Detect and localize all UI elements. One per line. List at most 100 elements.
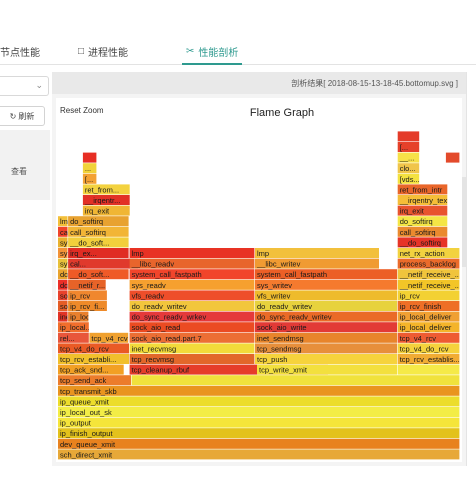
flame-frame-rect[interactable] <box>58 449 460 460</box>
flame-frame[interactable]: ip_rcv_finish <box>397 301 460 311</box>
target-select[interactable]: ⌄ <box>0 76 49 96</box>
flame-frame[interactable]: vfs_writev <box>255 290 398 301</box>
flame-frame[interactable]: [... <box>397 142 420 152</box>
flame-frame[interactable]: do_sync_readv_wrkev <box>129 311 255 322</box>
flame-frame[interactable]: tcp_rcv_establis... <box>397 354 460 364</box>
flame-frame[interactable]: net_rx_action <box>397 248 460 258</box>
flame-frame[interactable]: system_call_fastpath <box>129 269 255 280</box>
flame-frame[interactable]: __netif_receive_... <box>397 279 461 290</box>
flame-frame-rect[interactable] <box>397 131 420 142</box>
flame-frame[interactable]: inet_sendmsg <box>255 332 398 343</box>
reset-zoom-button[interactable]: Reset Zoom <box>60 106 104 115</box>
flame-frame[interactable]: sock_aio_read <box>129 322 255 333</box>
flame-frame[interactable]: tcp_rcv_establi... <box>58 354 129 364</box>
flame-frame[interactable]: ip_local_out_sk <box>58 407 460 417</box>
flame-frame[interactable]: tcp_v4_rcv <box>89 332 129 343</box>
flame-frame[interactable]: cal... <box>68 258 138 269</box>
view-link[interactable]: 查看 <box>11 166 27 177</box>
flame-frame[interactable]: do_sync_readv_writev <box>255 311 398 322</box>
flame-frame[interactable]: tcp_sendmsg <box>255 343 398 354</box>
flame-frame[interactable]: ret_from_intr <box>397 184 448 195</box>
flame-frame[interactable]: __libc_writev <box>255 258 379 269</box>
tab-node-performance[interactable]: 节点性能 <box>0 40 40 62</box>
flame-frame[interactable]: __... <box>397 152 420 163</box>
flame-frame[interactable]: __irqentr... <box>82 195 130 205</box>
flame-frame[interactable]: ip_local_deliver <box>397 322 460 333</box>
flame-frame-rect[interactable] <box>397 364 460 375</box>
flame-frame[interactable]: ip_local_deliver <box>397 311 460 322</box>
flame-frame[interactable]: __libc_readv <box>129 258 255 269</box>
flame-frame[interactable]: rel... <box>58 332 89 343</box>
flame-frame[interactable]: ip_queue_xmit <box>58 396 460 407</box>
flame-frame[interactable]: __irqentry_text_... <box>397 195 460 205</box>
flame-frame[interactable]: tcp_ack_snd... <box>58 364 124 375</box>
flame-frame[interactable]: tcp_send_ack <box>58 375 131 386</box>
flame-frame[interactable]: ip_local... <box>58 322 92 333</box>
flame-frame-rect[interactable] <box>82 152 97 163</box>
flame-frame-rect[interactable] <box>131 375 460 386</box>
flame-frame[interactable]: tcp_v4_do_rcv <box>58 343 129 354</box>
flame-frame[interactable]: ip_output <box>58 417 460 428</box>
flame-frame[interactable]: sock_aio_read.part.7 <box>129 332 255 343</box>
tab-process-performance[interactable]: □ 进程性能 <box>78 40 128 62</box>
flame-frame[interactable]: vfs_readv <box>129 290 255 301</box>
flame-frame[interactable]: sys_writev <box>255 279 398 290</box>
flame-frame[interactable] <box>445 152 460 163</box>
flame-frame[interactable]: tcp_write_xmit <box>257 364 398 375</box>
flame-frame-rect[interactable] <box>129 248 255 258</box>
flame-frame[interactable]: __do_softirq <box>397 237 448 248</box>
flame-frame[interactable]: __do_soft... <box>68 237 129 248</box>
flame-frame-rect[interactable] <box>58 438 460 449</box>
flame-frame[interactable]: [vds... <box>397 173 420 184</box>
flame-frame-rect[interactable] <box>58 407 460 417</box>
flame-frame[interactable]: do_readv_writev <box>129 301 255 311</box>
flame-frame[interactable]: ip_rcv <box>397 290 460 301</box>
flame-frame[interactable]: do_softirq <box>397 216 448 227</box>
flame-frame[interactable]: __netif_receive_... <box>397 269 461 280</box>
flame-frame[interactable]: lmp <box>255 248 379 258</box>
flame-frame-rect[interactable] <box>445 152 460 163</box>
flame-frame[interactable]: tcp_transmit_skb <box>58 385 460 396</box>
flame-frame[interactable]: do_readv_writev <box>255 301 398 311</box>
flame-frame[interactable]: ret_from... <box>82 184 130 195</box>
flame-frame[interactable] <box>397 364 460 375</box>
flame-frame[interactable]: tcp_v4_do_rcv <box>397 343 460 354</box>
flame-frame[interactable]: dev_queue_xmit <box>58 438 460 449</box>
flame-frame[interactable]: __netif_r... <box>68 279 106 290</box>
flame-frame[interactable]: irq_exit <box>82 205 130 216</box>
flame-frame[interactable]: process_backlog <box>397 258 460 269</box>
flame-frame[interactable]: ip_finish_output <box>58 428 460 439</box>
flame-frame-rect[interactable] <box>255 248 379 258</box>
flame-frame[interactable]: clo... <box>397 163 420 174</box>
flame-frame[interactable] <box>131 375 460 386</box>
flame-frame-label: do_softirq <box>70 217 103 226</box>
refresh-button[interactable]: ↻ 刷新 <box>0 106 45 126</box>
flame-frame[interactable]: sock_aio_write <box>255 322 398 333</box>
flame-frame[interactable]: sys_readv <box>129 279 255 290</box>
flame-frame[interactable] <box>82 152 97 163</box>
flame-frame[interactable]: __do_soft... <box>68 269 129 280</box>
flame-frame[interactable]: tcp_push <box>255 354 398 364</box>
flame-frame[interactable]: system_call_fastpath <box>255 269 398 280</box>
flame-frame[interactable]: tcp_recvmsg <box>129 354 255 364</box>
flame-frame-rect[interactable] <box>58 396 460 407</box>
flame-frame[interactable]: call_softirq <box>397 226 448 237</box>
flame-frame[interactable]: ip_local_... <box>68 311 106 322</box>
flame-frame[interactable]: ... <box>82 163 97 174</box>
flame-frame[interactable]: call_softirq <box>68 226 129 237</box>
flame-frame-rect[interactable] <box>58 428 460 439</box>
flame-frame[interactable]: tcp_v4_rcv <box>397 332 460 343</box>
flame-frame[interactable]: do_softirq <box>68 216 129 227</box>
flame-frame[interactable]: irq_ex... <box>68 248 129 258</box>
tab-profiling[interactable]: ✂ 性能剖析 <box>181 40 243 65</box>
flame-frame[interactable]: sch_direct_xmit <box>58 449 460 460</box>
flame-frame[interactable]: [... <box>82 173 97 184</box>
flame-frame[interactable]: ip_rcv_fi... <box>68 301 107 311</box>
flame-frame[interactable]: irq_exit <box>397 205 448 216</box>
flame-frame[interactable] <box>397 131 420 142</box>
flame-frame[interactable]: inet_recvmsg <box>129 343 255 354</box>
flame-frame-rect[interactable] <box>58 417 460 428</box>
flame-frame[interactable]: ip_rcv <box>68 290 107 301</box>
flame-frame[interactable]: lmp <box>129 248 255 258</box>
flame-frame-rect[interactable] <box>58 385 460 396</box>
